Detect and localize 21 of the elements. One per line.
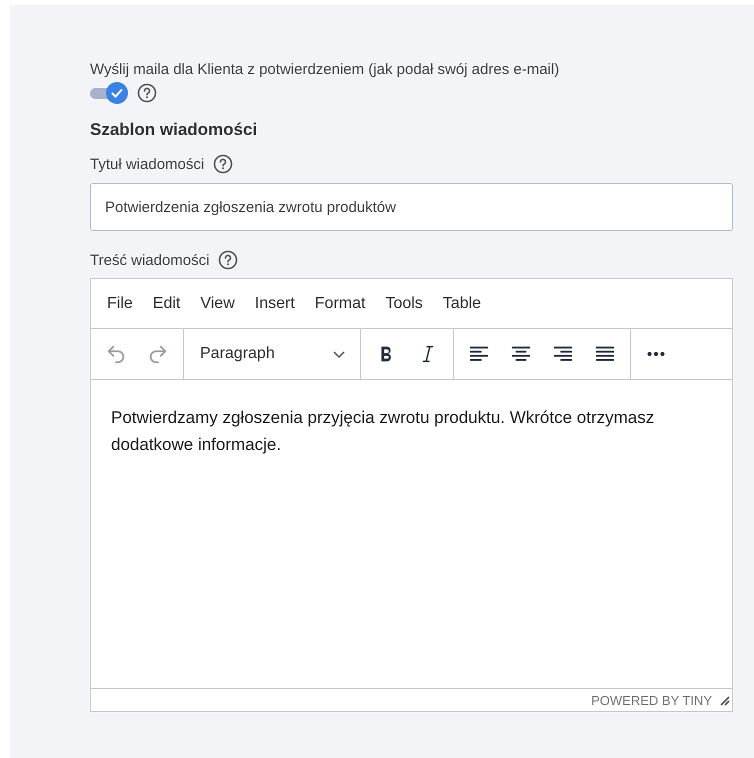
field-label: Treść wiadomości bbox=[90, 252, 210, 268]
help-icon[interactable] bbox=[213, 154, 234, 174]
help-icon[interactable] bbox=[218, 250, 238, 270]
menu-item[interactable]: Edit bbox=[142, 294, 190, 312]
toggle-switch[interactable] bbox=[90, 82, 128, 104]
help-icon[interactable] bbox=[137, 83, 157, 103]
menu-item[interactable]: View bbox=[190, 294, 245, 312]
menu-item[interactable]: Tools bbox=[375, 294, 433, 312]
field-label: Tytuł wiadomości bbox=[90, 156, 204, 172]
branding-text: POWERED BY TINY bbox=[591, 692, 712, 708]
resize-handle-icon bbox=[718, 694, 730, 706]
block-format-dropdown[interactable]: Paragraph bbox=[190, 336, 354, 372]
menu-item[interactable]: Insert bbox=[244, 294, 305, 312]
title-input[interactable]: Potwierdzenia zgłoszenia zwrotu produktów bbox=[90, 183, 733, 231]
check-icon bbox=[110, 86, 124, 100]
send-email-label: Wyślij maila dla Klienta z potwierdzeniem (jak podał swój adres e-mail) bbox=[90, 61, 560, 78]
menu-item[interactable]: Format bbox=[304, 294, 376, 312]
section-heading: Szablon wiadomości bbox=[90, 120, 258, 140]
message-text: Potwierdzamy zgłoszenia przyjęcia zwrotu produktu. Wkrótce otrzymasz dodatkowe informacje. bbox=[111, 408, 654, 454]
menu-item[interactable]: Table bbox=[432, 294, 492, 312]
menu-item[interactable]: File bbox=[97, 294, 143, 312]
